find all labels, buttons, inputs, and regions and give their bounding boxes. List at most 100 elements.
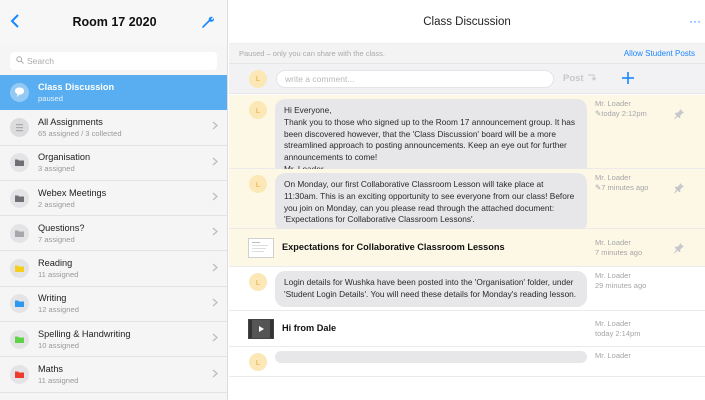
more-options-button[interactable]: ··· — [689, 14, 701, 28]
post-author: Mr. Loader — [595, 238, 631, 247]
post-meta: Mr. Loader today 2:14pm — [595, 319, 640, 339]
main-header: Class Discussion ··· — [229, 0, 705, 44]
post-item[interactable]: L Hi Everyone, Thank you to those who sig… — [229, 95, 705, 182]
post-button[interactable]: Post — [563, 73, 597, 84]
chevron-right-icon — [206, 192, 218, 204]
post-time: 7 minutes ago — [601, 183, 649, 192]
sidebar-item[interactable]: Organisation 3 assigned — [0, 145, 227, 181]
sidebar-item-label: Writing — [38, 293, 67, 304]
sidebar-header: Room 17 2020 — [0, 0, 227, 44]
chevron-right-icon — [206, 369, 218, 381]
class-title: Room 17 2020 — [72, 15, 157, 29]
post-meta: Mr. Loader — [595, 351, 631, 361]
comment-text: Login details for Wushka have been poste… — [284, 277, 577, 299]
chevron-right-icon — [206, 333, 218, 345]
sidebar-item-text: Writing 12 assigned — [38, 293, 206, 314]
sidebar-item[interactable]: Webex Meetings 2 assigned — [0, 180, 227, 217]
sidebar-item[interactable]: Class Discussion paused — [0, 75, 227, 111]
post-time: today 2:12pm — [601, 109, 647, 118]
post-item[interactable]: L Login details for Wushka have been post… — [229, 267, 705, 311]
sidebar-item-label: Spelling & Handwriting — [38, 328, 131, 339]
chevron-right-icon — [206, 157, 218, 169]
sidebar-item[interactable]: All Assignments 65 assigned / 3 collected — [0, 110, 227, 146]
folder-icon — [10, 188, 29, 208]
sidebar-item-label: Webex Meetings — [38, 187, 107, 198]
folder-icon — [10, 365, 29, 385]
sidebar-item-label: Maths — [38, 364, 64, 375]
allow-student-posts-link[interactable]: Allow Student Posts — [624, 49, 695, 58]
back-chevron-icon[interactable] — [10, 13, 30, 31]
sidebar-item-text: Maths 11 assigned — [38, 364, 206, 385]
post-item[interactable]: L On Monday, our first Collaborative Clas… — [229, 169, 705, 233]
video-thumbnail[interactable] — [248, 319, 274, 339]
avatar: L — [249, 175, 267, 193]
post-time: 29 minutes ago — [595, 281, 647, 290]
post-meta: Mr. Loader ✎today 2:12pm — [595, 99, 647, 119]
sidebar-item-text: All Assignments 65 assigned / 3 collected — [38, 117, 206, 138]
sidebar-item-sub: 65 assigned / 3 collected — [38, 128, 122, 138]
video-title[interactable]: Hi from Dale — [282, 323, 336, 333]
comment-bubble: Login details for Wushka have been poste… — [275, 271, 587, 307]
compose-bar: L Post — [229, 64, 705, 94]
sidebar-item-text: Reading 11 assigned — [38, 258, 206, 279]
post-item[interactable]: Expectations for Collaborative Classroom… — [229, 229, 705, 267]
post-item[interactable]: L Mr. Loader — [229, 347, 705, 377]
chevron-right-icon — [206, 298, 218, 310]
status-text: Paused – only you can share with the cla… — [239, 49, 385, 58]
sidebar-item[interactable]: Questions? 7 assigned — [0, 216, 227, 252]
post-author: Mr. Loader — [595, 271, 631, 280]
chevron-right-icon — [206, 227, 218, 239]
folder-icon — [10, 153, 29, 173]
sidebar-item-sub: 3 assigned — [38, 164, 75, 174]
pin-icon[interactable] — [672, 107, 686, 121]
status-bar: Paused – only you can share with the cla… — [229, 44, 705, 64]
search-icon — [16, 56, 24, 66]
post-author: Mr. Loader — [595, 173, 631, 182]
chevron-right-icon — [206, 263, 218, 275]
folder-icon — [10, 329, 29, 349]
wrench-icon[interactable] — [199, 13, 217, 31]
search-bar[interactable] — [10, 52, 217, 70]
sidebar-item-sub: 7 assigned — [38, 234, 75, 244]
post-feed: L Hi Everyone, Thank you to those who sig… — [229, 95, 705, 377]
sidebar-item[interactable]: Spelling & Handwriting 10 assigned — [0, 322, 227, 358]
avatar: L — [249, 353, 267, 371]
sidebar-item-label: Reading — [38, 258, 73, 269]
post-time: today 2:14pm — [595, 329, 641, 338]
comment-input[interactable] — [276, 69, 554, 88]
document-title[interactable]: Expectations for Collaborative Classroom… — [282, 242, 505, 252]
post-label: Post — [563, 73, 584, 84]
sidebar-item-sub: 12 assigned — [38, 305, 79, 315]
chat-bubble-icon — [10, 82, 29, 102]
sidebar-item-text: Organisation 3 assigned — [38, 152, 206, 173]
sidebar-item[interactable]: Reading 11 assigned — [0, 251, 227, 287]
post-time: 7 minutes ago — [595, 248, 643, 257]
comment-text: Hi Everyone, Thank you to those who sign… — [284, 105, 576, 174]
post-author: Mr. Loader — [595, 319, 631, 328]
pin-icon[interactable] — [672, 181, 686, 195]
comment-bubble — [275, 351, 587, 363]
sidebar-item-label: Class Discussion — [38, 81, 115, 92]
add-post-button[interactable] — [621, 69, 635, 89]
pin-icon[interactable] — [672, 241, 686, 255]
sidebar-item-sub: 11 assigned — [38, 376, 79, 386]
post-meta: Mr. Loader 7 minutes ago — [595, 238, 642, 258]
post-item[interactable]: Hi from Dale Mr. Loader today 2:14pm — [229, 311, 705, 347]
folder-icon — [10, 294, 29, 314]
avatar: L — [249, 69, 267, 88]
sidebar-item[interactable]: Writing 12 assigned — [0, 286, 227, 323]
sidebar-item-sub: 10 assigned — [38, 340, 79, 350]
send-arrow-icon — [587, 73, 597, 84]
list-icon — [10, 117, 29, 137]
comment-bubble: On Monday, our first Collaborative Class… — [275, 173, 587, 233]
sidebar-item[interactable]: Maths 11 assigned — [0, 357, 227, 393]
avatar: L — [249, 101, 267, 119]
search-input[interactable] — [27, 56, 207, 66]
sidebar-item-sub: 2 assigned — [38, 199, 75, 209]
document-thumbnail[interactable] — [248, 238, 274, 258]
post-author: Mr. Loader — [595, 99, 631, 108]
sidebar-item-text: Spelling & Handwriting 10 assigned — [38, 329, 206, 350]
chevron-right-icon — [206, 121, 218, 133]
sidebar: Room 17 2020 Class Discussionpaused All A… — [0, 0, 228, 400]
sidebar-item-text: Questions? 7 assigned — [38, 223, 206, 244]
